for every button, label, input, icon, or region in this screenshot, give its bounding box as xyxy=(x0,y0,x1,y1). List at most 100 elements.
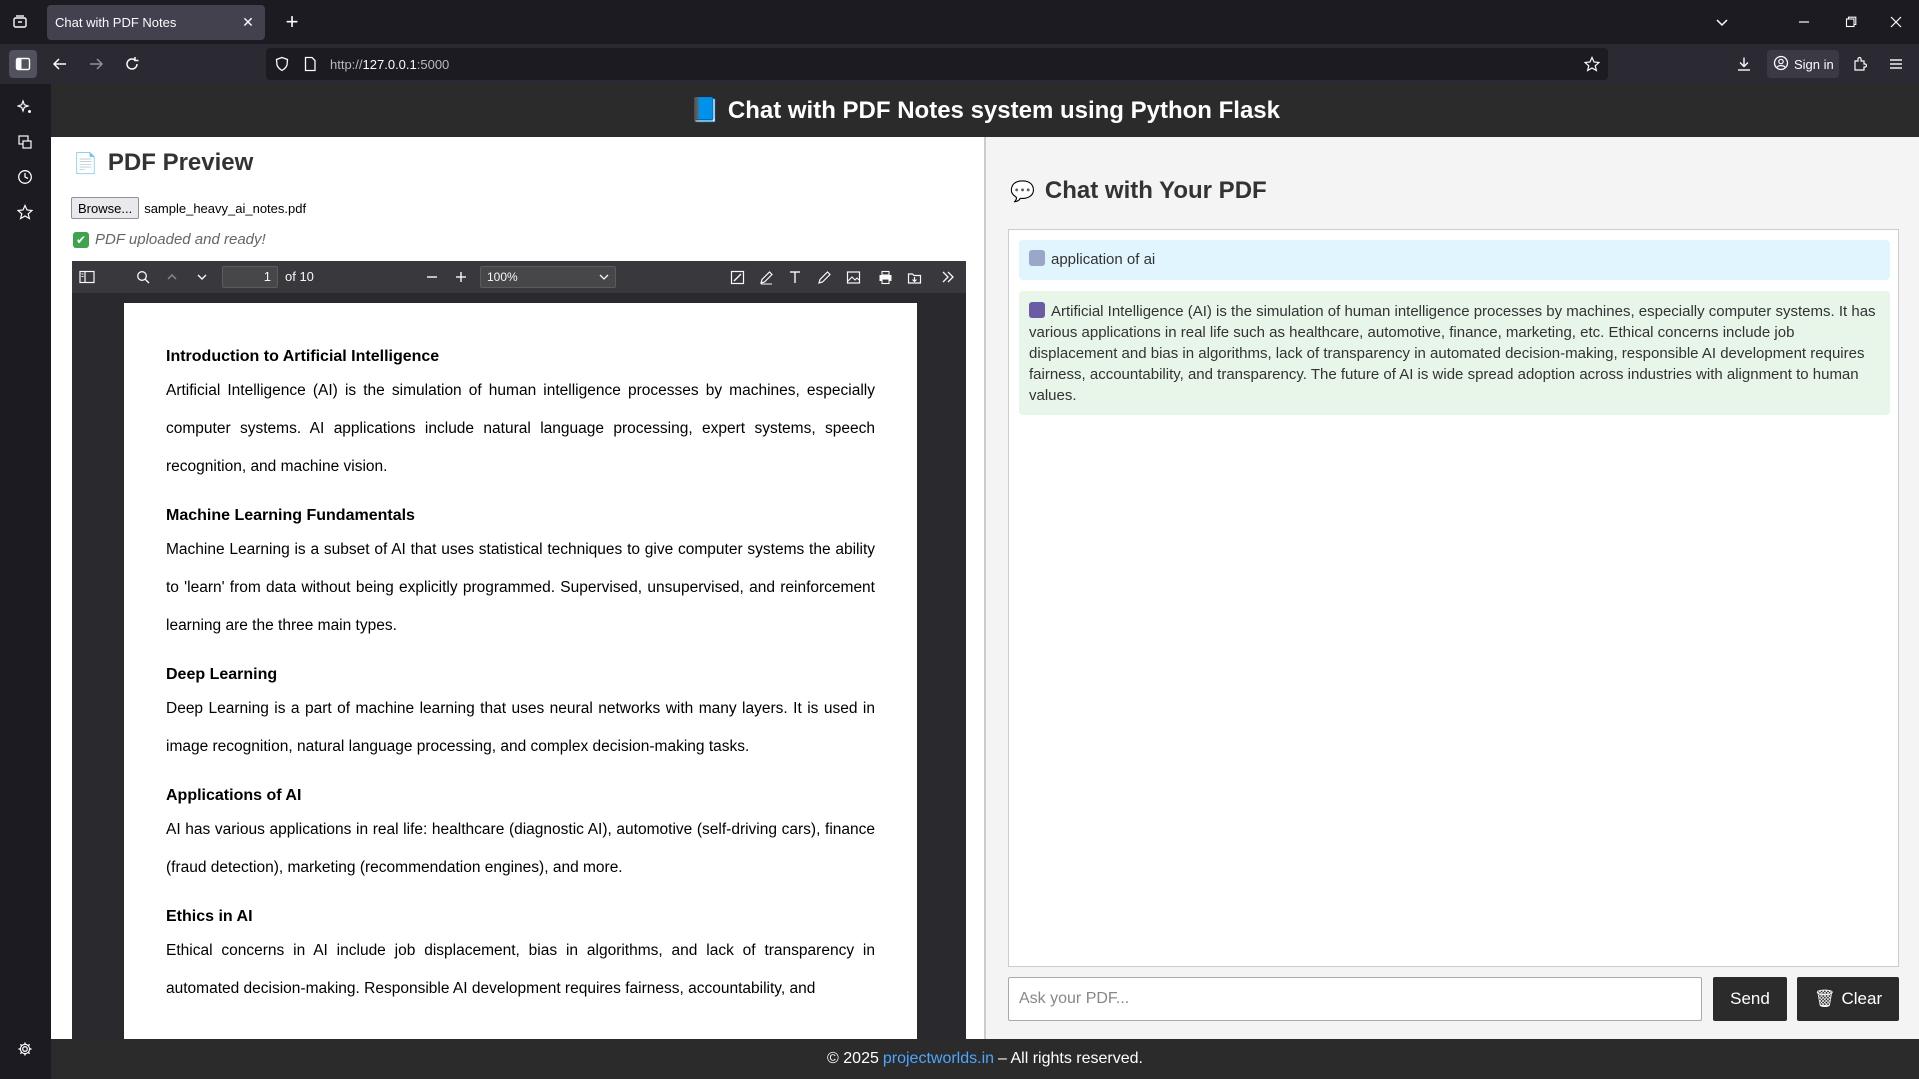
pdf-section-heading: Ethics in AI xyxy=(166,908,253,925)
double-chevron-right-icon[interactable] xyxy=(936,265,960,289)
pdf-content: Introduction to Artificial Intelligence … xyxy=(166,347,875,1028)
sign-in-label: Sign in xyxy=(1794,56,1834,72)
pdf-section: Applications of AI AI has various applic… xyxy=(166,786,875,887)
page-count: of 10 xyxy=(285,269,314,284)
footer: © 2025 projectworlds.in – All rights res… xyxy=(51,1039,1919,1079)
url-bar[interactable]: http://127.0.0.1:5000 xyxy=(266,48,1608,80)
pdf-section-body: Deep Learning is a part of machine learn… xyxy=(166,700,875,755)
zoom-out-icon[interactable] xyxy=(420,265,444,289)
pdf-preview-heading: 📄 PDF Preview xyxy=(73,149,253,177)
zoom-select[interactable]: 100% xyxy=(480,266,616,288)
page-title: Chat with PDF Notes system using Python … xyxy=(727,96,1280,124)
bookmarks-icon[interactable] xyxy=(12,199,38,225)
sidebar-toggle-icon[interactable] xyxy=(75,265,99,289)
next-page-icon[interactable] xyxy=(190,265,214,289)
extensions-icon[interactable] xyxy=(1846,50,1874,78)
file-input[interactable]: Browse... sample_heavy_ai_notes.pdf xyxy=(71,197,306,219)
footer-link[interactable]: projectworlds.in xyxy=(883,1050,994,1068)
check-mark-icon: ✔ xyxy=(73,231,89,248)
browser-nav-bar: http://127.0.0.1:5000 Sign in xyxy=(0,44,1919,84)
chat-history[interactable]: application of ai Artificial Intelligenc… xyxy=(1008,229,1899,967)
account-icon xyxy=(1773,55,1789,74)
pdf-section-heading: Machine Learning Fundamentals xyxy=(166,507,415,524)
highlight-icon[interactable] xyxy=(725,265,749,289)
reload-icon[interactable] xyxy=(118,50,146,78)
page-number-input[interactable]: 1 xyxy=(222,266,278,288)
user-message: application of ai xyxy=(1019,240,1890,280)
settings-gear-icon[interactable] xyxy=(12,1036,38,1062)
app-header: 📘 Chat with PDF Notes system using Pytho… xyxy=(51,84,1919,137)
find-search-icon[interactable] xyxy=(131,265,155,289)
pdf-section: Deep Learning Deep Learning is a part of… xyxy=(166,665,875,766)
print-icon[interactable] xyxy=(873,265,897,289)
pdf-toolbar: 1 of 10 100% xyxy=(72,261,966,293)
draw-pen-icon[interactable] xyxy=(754,265,778,289)
pdf-page: Introduction to Artificial Intelligence … xyxy=(124,303,917,1039)
pdf-section-heading: Deep Learning xyxy=(166,666,278,683)
send-button[interactable]: Send xyxy=(1713,977,1787,1021)
pdf-section: Introduction to Artificial Intelligence … xyxy=(166,347,875,486)
history-icon[interactable] xyxy=(12,164,38,190)
shield-icon[interactable] xyxy=(274,56,290,77)
robot-icon xyxy=(1029,302,1045,318)
page-document-icon: 📄 xyxy=(73,152,98,175)
clear-label: Clear xyxy=(1841,989,1883,1008)
image-insert-icon[interactable] xyxy=(841,265,865,289)
pdf-section: Machine Learning Fundamentals Machine Le… xyxy=(166,506,875,645)
footer-copyright: © 2025 xyxy=(827,1050,879,1067)
sidebar-toggle-icon[interactable] xyxy=(9,50,37,78)
tab-title: Chat with PDF Notes xyxy=(55,15,177,30)
speech-bubble-icon: 💬 xyxy=(1010,180,1035,203)
blue-book-icon: 📘 xyxy=(690,97,720,124)
chat-input[interactable]: Ask your PDF... xyxy=(1008,977,1702,1021)
save-download-icon[interactable] xyxy=(902,265,926,289)
tab-close-icon[interactable]: ✕ xyxy=(239,13,257,31)
pdf-section-body: Ethical concerns in AI include job displ… xyxy=(166,942,875,997)
previous-page-icon[interactable] xyxy=(160,265,184,289)
bookmark-star-icon[interactable] xyxy=(1583,56,1601,77)
chat-title: Chat with Your PDF xyxy=(1044,177,1267,204)
browser-tab[interactable]: Chat with PDF Notes ✕ xyxy=(47,5,265,40)
pdf-section-heading: Introduction to Artificial Intelligence xyxy=(166,348,440,365)
browse-button[interactable]: Browse... xyxy=(71,197,140,219)
pdf-section-body: Machine Learning is a subset of AI that … xyxy=(166,541,875,634)
close-window-icon[interactable] xyxy=(1882,8,1910,36)
pdf-preview-panel: 📄 PDF Preview Browse... sample_heavy_ai_… xyxy=(51,137,986,1039)
zoom-value: 100% xyxy=(487,270,518,284)
upload-status-text: PDF uploaded and ready! xyxy=(95,231,266,248)
page-info-icon[interactable] xyxy=(302,56,318,77)
back-icon[interactable] xyxy=(46,50,74,78)
chat-heading: 💬 Chat with Your PDF xyxy=(1010,177,1267,205)
footer-rights: – All rights reserved. xyxy=(998,1050,1143,1067)
sign-in-button[interactable]: Sign in xyxy=(1767,50,1839,78)
minimize-icon[interactable] xyxy=(1790,8,1818,36)
chat-panel: 💬 Chat with Your PDF application of ai A… xyxy=(988,137,1919,1039)
forward-icon[interactable] xyxy=(82,50,110,78)
new-tab-icon[interactable]: + xyxy=(280,9,304,34)
pdf-section: Ethics in AI Ethical concerns in AI incl… xyxy=(166,907,875,1008)
bot-message: Artificial Intelligence (AI) is the simu… xyxy=(1019,291,1890,415)
tab-list-icon[interactable] xyxy=(8,10,32,34)
tab-overflow-icon[interactable] xyxy=(1708,8,1736,36)
pdf-section-heading: Applications of AI xyxy=(166,787,302,804)
zoom-in-icon[interactable] xyxy=(449,265,473,289)
ai-chatbot-icon[interactable] xyxy=(12,94,38,120)
pdf-viewer[interactable]: 1 of 10 100% Introduction to Artificial … xyxy=(72,261,966,1039)
browser-sidebar xyxy=(0,84,51,1079)
pdf-section-body: AI has various applications in real life… xyxy=(166,821,875,876)
downloads-icon[interactable] xyxy=(1730,50,1758,78)
pdf-section-body: Artificial Intelligence (AI) is the simu… xyxy=(166,382,875,475)
selected-file-name: sample_heavy_ai_notes.pdf xyxy=(144,200,307,216)
trash-icon: 🗑 xyxy=(1813,989,1836,1008)
chevron-down-icon xyxy=(599,267,609,294)
menu-icon[interactable] xyxy=(1882,50,1910,78)
ink-pen-icon[interactable] xyxy=(812,265,836,289)
synced-tabs-icon[interactable] xyxy=(12,129,38,155)
browser-tab-bar: Chat with PDF Notes ✕ + xyxy=(0,0,1919,44)
text-tool-icon[interactable] xyxy=(783,265,807,289)
pdf-preview-title: PDF Preview xyxy=(107,149,254,176)
url-text[interactable]: http://127.0.0.1:5000 xyxy=(330,57,449,72)
user-avatar-icon xyxy=(1029,250,1045,266)
clear-button[interactable]: 🗑 Clear xyxy=(1797,977,1899,1021)
restore-icon[interactable] xyxy=(1837,8,1865,36)
